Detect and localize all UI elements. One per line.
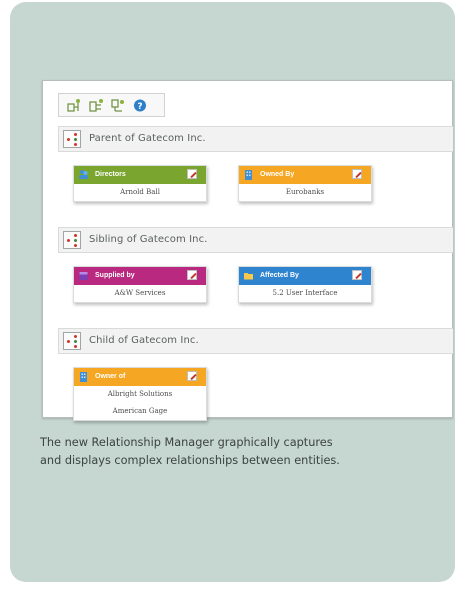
section-title: Parent of Gatecom Inc.: [89, 133, 206, 144]
relationship-icon: [63, 231, 81, 249]
relationship-card-supplied-by[interactable]: Supplied by A&W Services: [73, 266, 207, 303]
relationship-card-directors[interactable]: Directors Arnold Ball: [73, 165, 207, 202]
toolbar: ?: [58, 93, 165, 117]
card-header: Owned By: [239, 166, 371, 184]
building-icon: [245, 170, 252, 180]
list-item[interactable]: Eurobanks: [239, 184, 371, 201]
add-child-icon[interactable]: [110, 98, 126, 113]
relationship-manager-screenshot: ? Parent of Gatecom Inc. Sibling of Gate: [42, 80, 453, 421]
edit-icon[interactable]: [352, 270, 362, 280]
list-item[interactable]: A&W Services: [74, 285, 206, 302]
caption-line: and displays complex relationships betwe…: [40, 454, 340, 467]
edit-icon[interactable]: [187, 169, 197, 179]
list-item[interactable]: Albright Solutions: [74, 386, 206, 403]
box-icon: [79, 272, 88, 280]
card-header: Owner of: [74, 368, 206, 386]
add-parent-icon[interactable]: [66, 98, 82, 113]
help-icon[interactable]: ?: [132, 98, 148, 113]
section-title: Child of Gatecom Inc.: [89, 335, 199, 346]
card-title: Supplied by: [95, 272, 135, 279]
card-title: Owner of: [95, 373, 126, 380]
section-sibling: Sibling of Gatecom Inc.: [58, 227, 453, 253]
folder-icon: [244, 273, 253, 280]
add-sibling-icon[interactable]: [88, 98, 104, 113]
list-item[interactable]: Arnold Ball: [74, 184, 206, 201]
edit-icon[interactable]: [187, 371, 197, 381]
list-item[interactable]: American Gage: [74, 403, 206, 420]
section-child: Child of Gatecom Inc.: [58, 328, 453, 354]
relationship-icon: [63, 332, 81, 350]
edit-icon[interactable]: [187, 270, 197, 280]
card-header: Supplied by: [74, 267, 206, 285]
svg-text:?: ?: [137, 102, 142, 112]
building-icon: [80, 372, 87, 382]
caption: The new Relationship Manager graphically…: [40, 434, 460, 470]
card-header: Directors: [74, 166, 206, 184]
card-title: Directors: [95, 171, 126, 178]
section-parent: Parent of Gatecom Inc.: [58, 126, 453, 152]
card-title: Affected By: [260, 272, 299, 279]
caption-line: The new Relationship Manager graphically…: [40, 436, 333, 449]
relationship-card-affected-by[interactable]: Affected By 5.2 User Interface: [238, 266, 372, 303]
card-header: Affected By: [239, 267, 371, 285]
section-title: Sibling of Gatecom Inc.: [89, 234, 208, 245]
people-icon: [79, 170, 88, 179]
list-item[interactable]: 5.2 User Interface: [239, 285, 371, 302]
card-title: Owned By: [260, 171, 295, 178]
relationship-icon: [63, 130, 81, 148]
relationship-card-owner-of[interactable]: Owner of Albright Solutions American Gag…: [73, 367, 207, 421]
edit-icon[interactable]: [352, 169, 362, 179]
relationship-card-owned-by[interactable]: Owned By Eurobanks: [238, 165, 372, 202]
caption-panel: ? Parent of Gatecom Inc. Sibling of Gate: [10, 2, 455, 582]
